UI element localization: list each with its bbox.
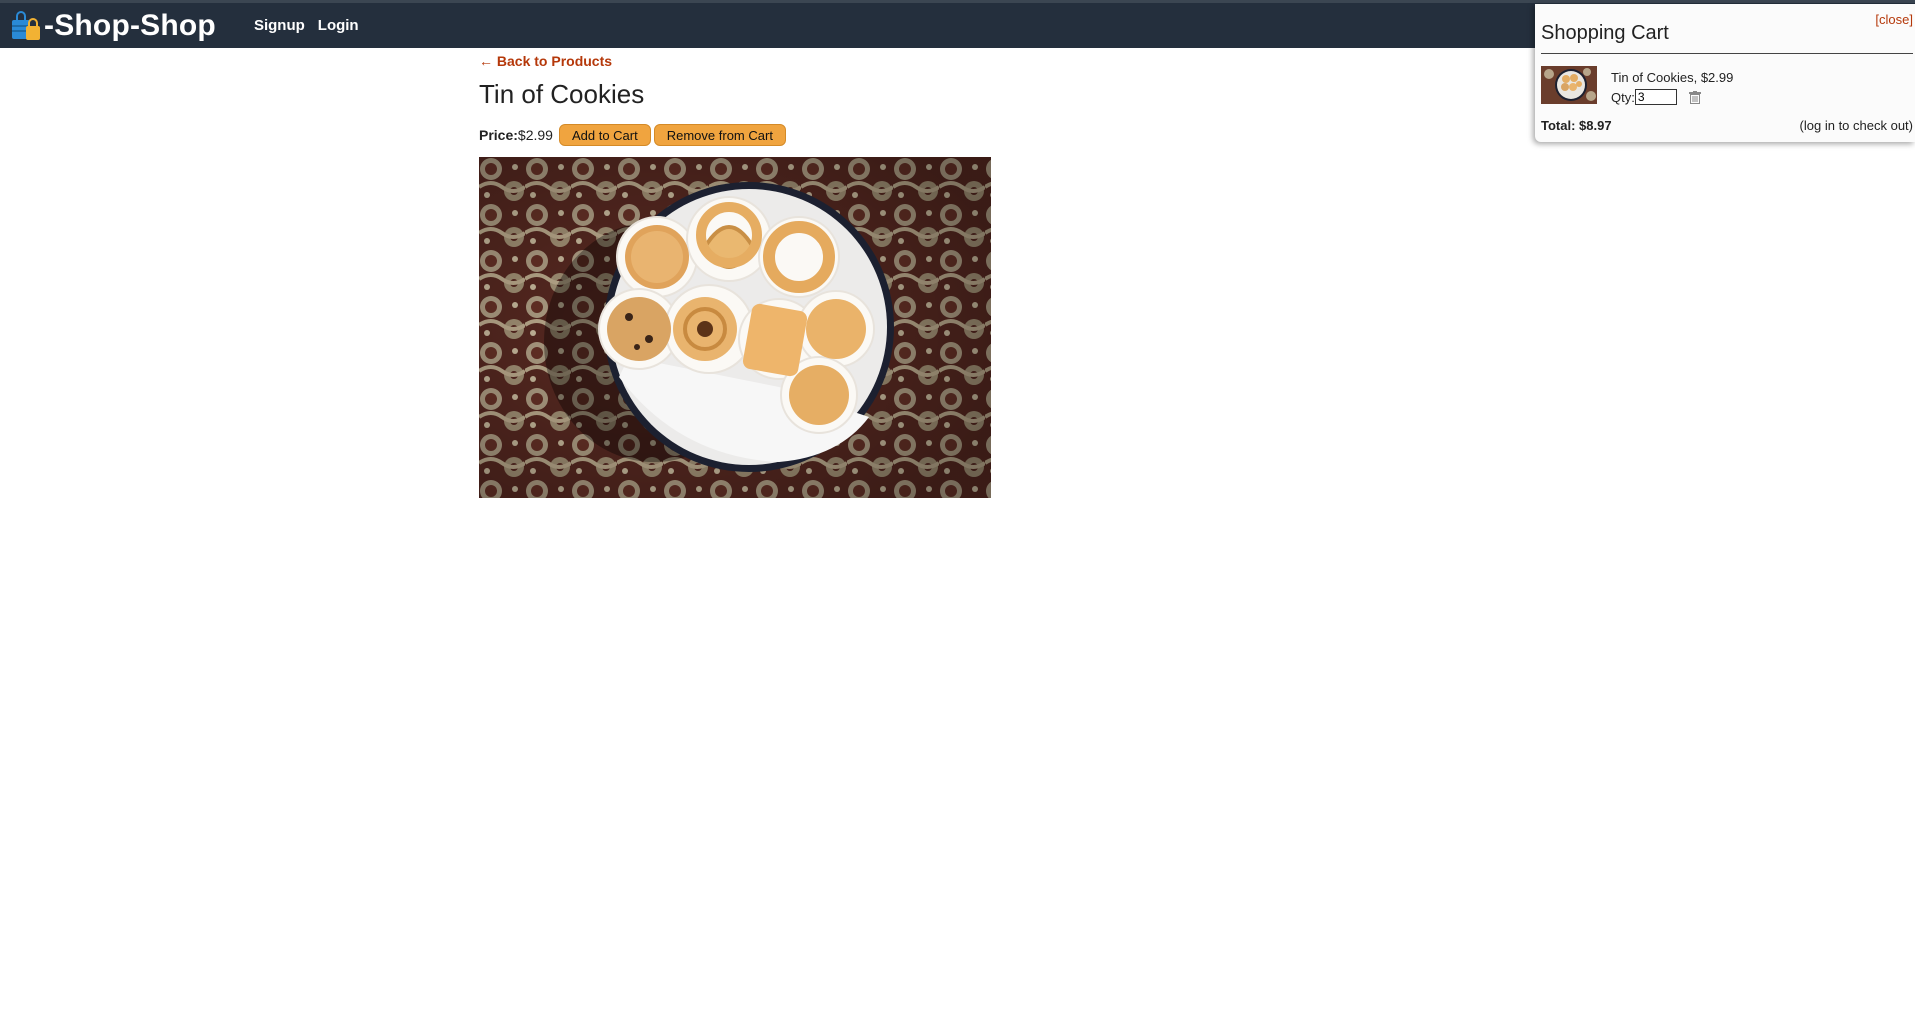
cart-item: Tin of Cookies, $2.99 Qty: [1541,66,1733,105]
trash-icon[interactable] [1688,90,1701,104]
nav-login-link[interactable]: Login [318,17,359,34]
cart-close-link[interactable]: [close] [1875,12,1913,27]
product-title: Tin of Cookies [479,79,645,109]
qty-input[interactable] [1634,89,1677,105]
add-to-cart-button[interactable]: Add to Cart [558,124,651,146]
shopping-cart-panel: [close] Shopping Cart Tin of Cookies, $2… [1535,4,1915,142]
cart-total: Total: $8.97 [1541,118,1612,133]
cart-item-info: Tin of Cookies, $2.99 Qty: [1611,66,1733,105]
cart-title: Shopping Cart [1541,22,1669,44]
price-label: Price: [479,127,518,143]
nav-links: Signup Login [254,17,372,34]
product-image [479,157,991,498]
cart-item-name: Tin of Cookies, $2.99 [1611,70,1734,85]
nav-signup-link[interactable]: Signup [254,17,305,34]
qty-row: Qty: [1611,89,1733,105]
cart-item-thumbnail [1541,66,1597,104]
brand[interactable]: -Shop-Shop [10,9,216,43]
price-row: Price: $2.99 Add to Cart Remove from Car… [479,124,991,146]
remove-from-cart-button[interactable]: Remove from Cart [653,124,786,146]
price-value: $2.99 [517,127,553,143]
cart-divider [1541,53,1913,54]
qty-label: Qty: [1611,89,1635,105]
shopping-bags-icon [12,10,40,40]
product-detail: ← Back to Products Tin of Cookies Price:… [479,53,991,498]
checkout-note: (log in to check out) [1799,118,1913,133]
back-to-products-link[interactable]: ← Back to Products [479,53,612,69]
brand-name: -Shop-Shop [44,8,216,42]
